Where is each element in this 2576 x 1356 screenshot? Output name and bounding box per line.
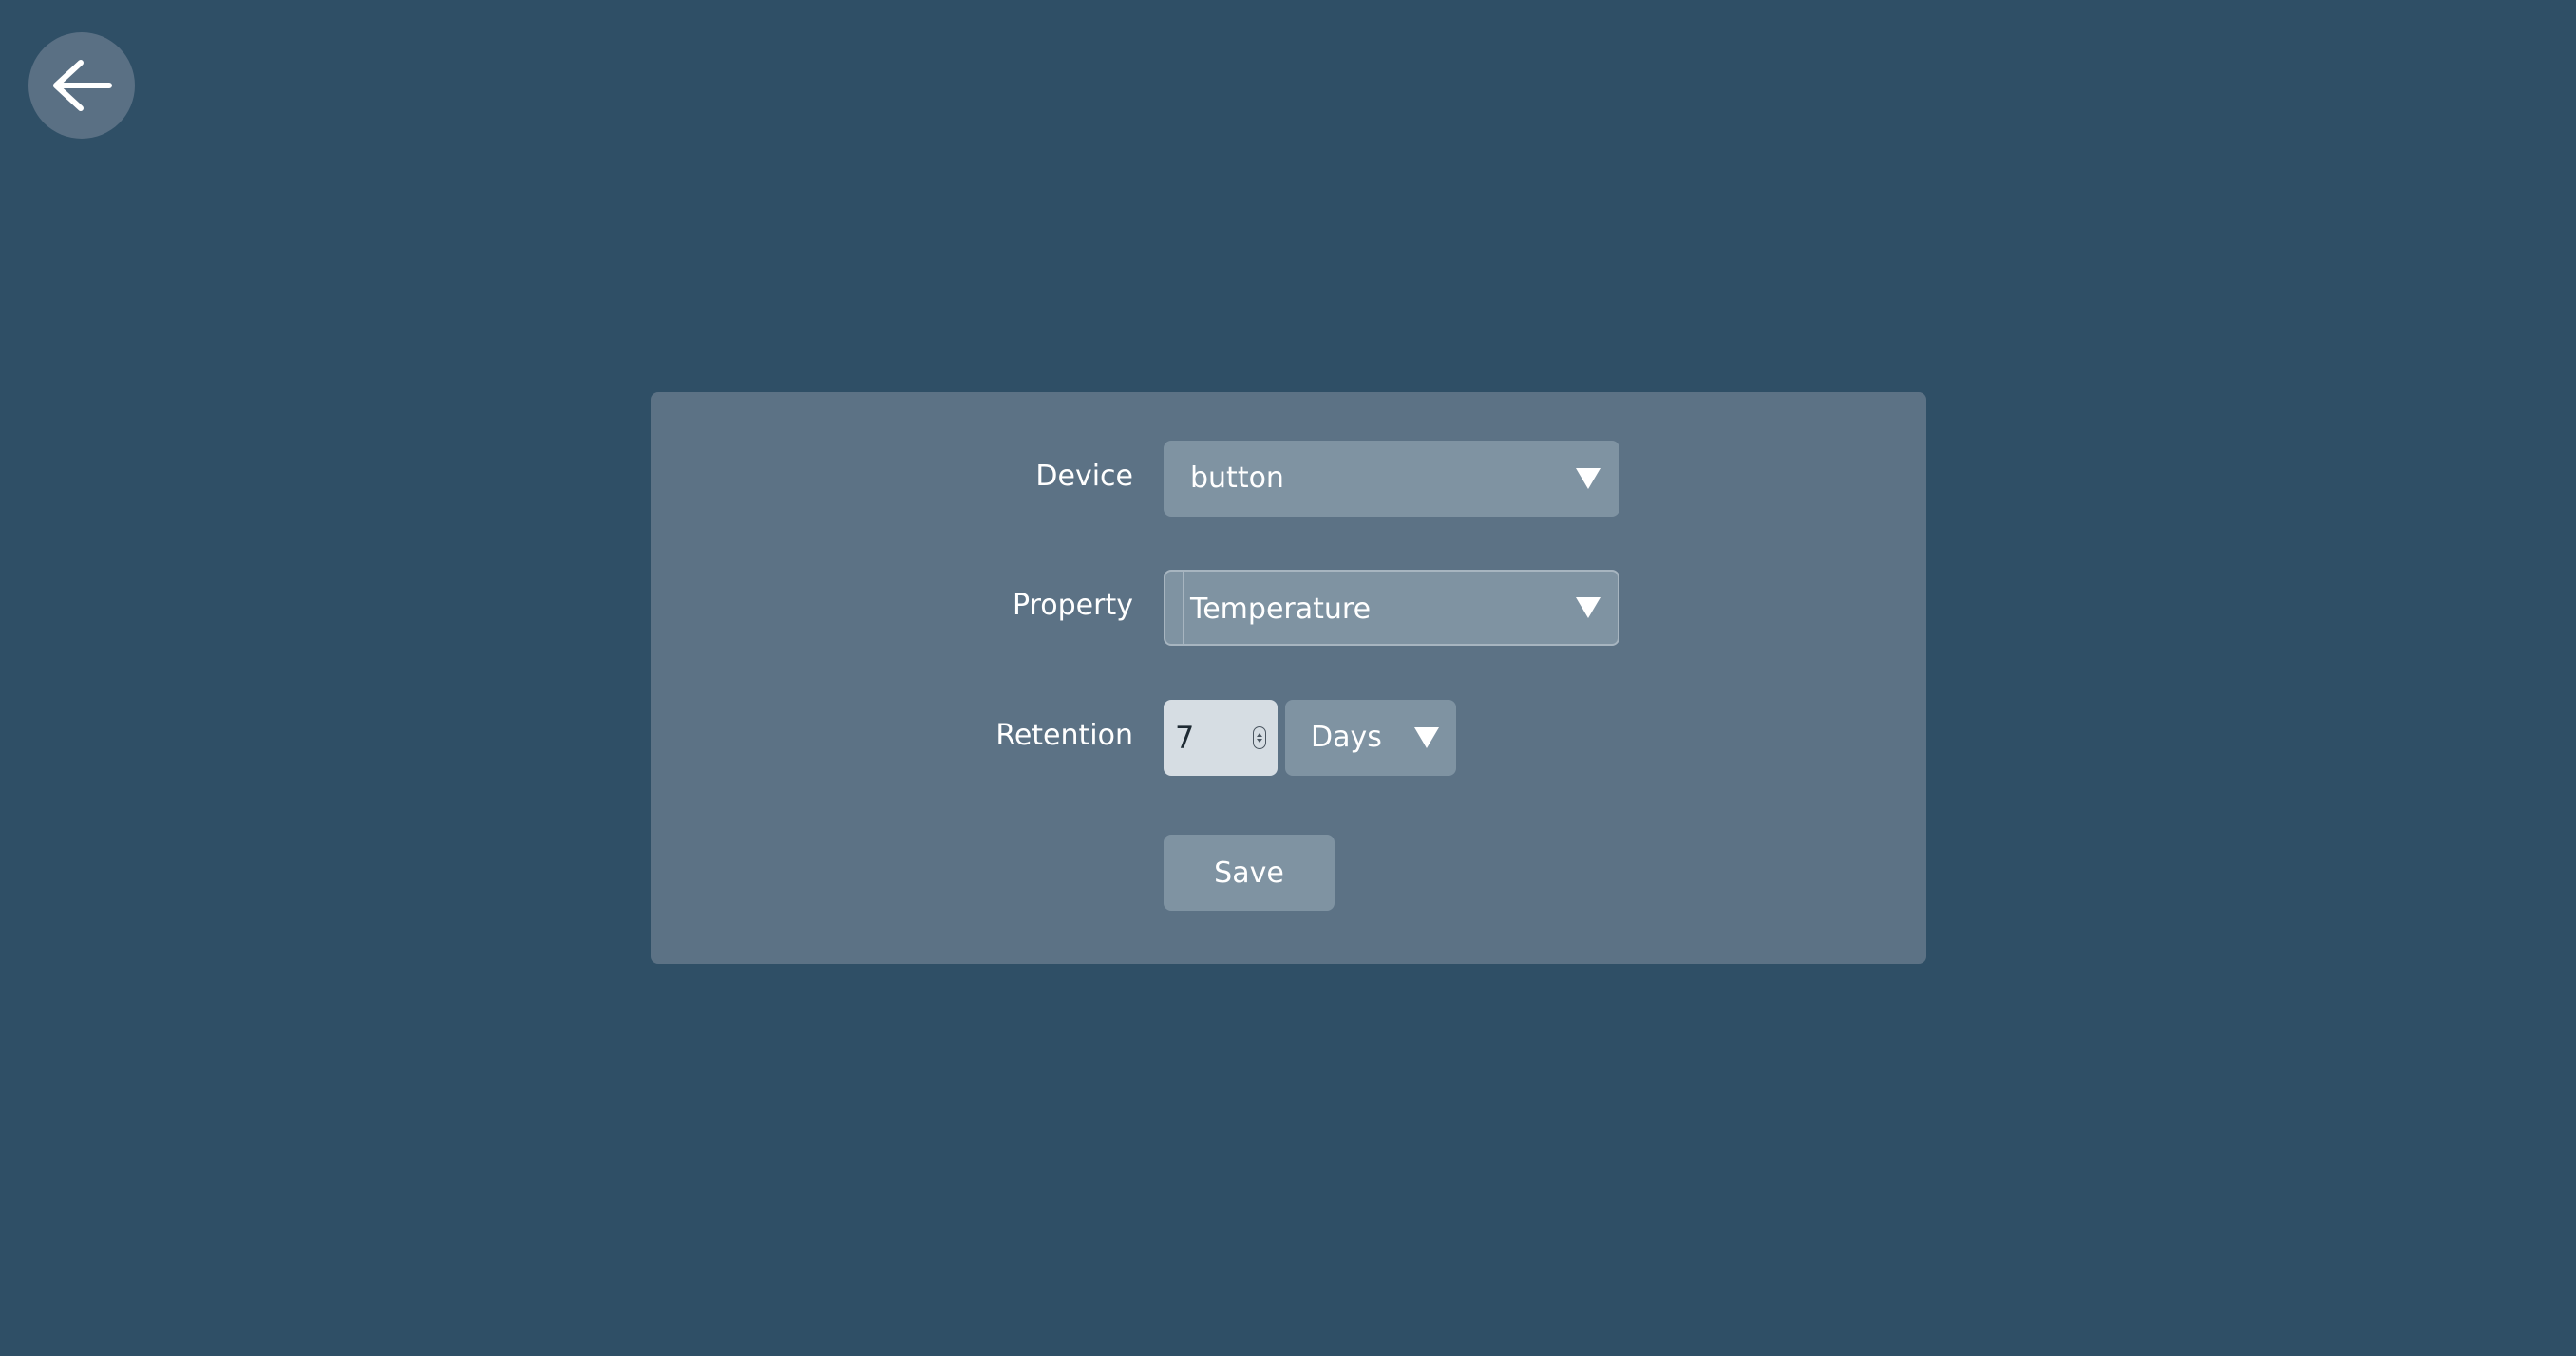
back-button[interactable] — [28, 32, 135, 139]
device-select[interactable]: button — [1164, 441, 1619, 517]
caret-down-icon — [1576, 468, 1601, 489]
caret-down-icon — [1414, 727, 1439, 748]
retention-value-input[interactable]: 7 — [1164, 700, 1278, 776]
caret-down-icon — [1576, 597, 1601, 618]
save-button[interactable]: Save — [1164, 835, 1335, 911]
property-select-value: Temperature — [1190, 593, 1372, 626]
retention-unit-select[interactable]: Days — [1285, 700, 1456, 776]
retention-label: Retention — [995, 719, 1133, 752]
spinner-icon[interactable] — [1253, 726, 1266, 749]
arrow-left-icon — [48, 57, 115, 114]
retention-unit-value: Days — [1311, 721, 1382, 754]
device-label: Device — [1035, 460, 1133, 493]
property-label: Property — [1013, 589, 1133, 622]
device-select-value: button — [1190, 461, 1284, 495]
focus-indicator — [1183, 572, 1184, 644]
property-select[interactable]: Temperature — [1164, 570, 1619, 646]
settings-panel: Device button Property Temperature Reten… — [651, 392, 1926, 964]
retention-value: 7 — [1175, 720, 1195, 756]
